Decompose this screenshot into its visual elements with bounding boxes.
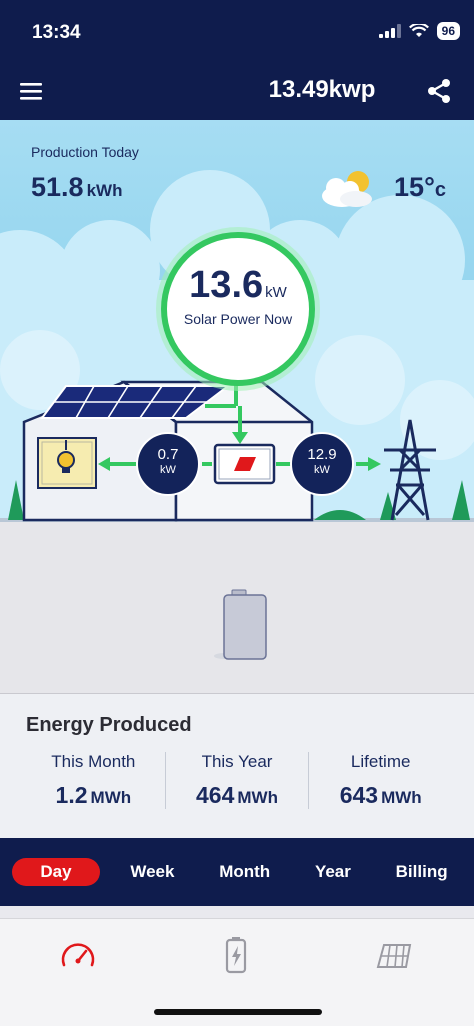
solar-power-unit: kW (265, 284, 287, 301)
stat-unit: MWh (90, 788, 132, 807)
grid-export-unit: kW (314, 464, 330, 476)
production-number: 51.8 (31, 172, 84, 202)
temperature-value: 15° (394, 172, 435, 202)
battery-area (0, 522, 474, 694)
stat-lifetime: Lifetime 643 MWh (308, 752, 452, 809)
partly-cloudy-icon (322, 171, 372, 207)
stat-label: Lifetime (350, 752, 411, 771)
gauge-icon[interactable] (58, 935, 98, 975)
home-indicator[interactable] (154, 1009, 322, 1015)
grid-export-bubble: 12.9 kW (290, 432, 354, 496)
stat-label: This Year (201, 752, 273, 771)
stat-number: 1.2 (55, 782, 88, 808)
tab-billing[interactable]: Billing (382, 858, 462, 886)
stat-number: 464 (196, 782, 235, 808)
energy-produced-stats: This Month 1.2 MWh This Year 464 MWh Lifet… (22, 752, 452, 809)
battery-storage-icon (214, 589, 267, 660)
page-title: 13.49kwp (268, 76, 376, 103)
tab-day[interactable]: Day (12, 858, 100, 886)
tab-month[interactable]: Month (205, 858, 284, 886)
temperature: 15°c (394, 172, 446, 203)
production-unit: kWh (86, 181, 123, 200)
stat-this-month: This Month 1.2 MWh (22, 752, 165, 809)
production-value: 51.8 kWh (31, 172, 122, 203)
solar-power-number: 13.6 (189, 264, 264, 306)
share-icon[interactable] (424, 76, 454, 106)
grid-export-value: 12.9 (307, 446, 337, 463)
battery-level: 96 (436, 22, 460, 40)
signal-icon (378, 24, 401, 38)
solar-panel-icon[interactable] (374, 935, 414, 975)
status-icons: 96 (378, 22, 460, 40)
solar-power-value: 13.6 kW (167, 264, 309, 307)
tab-year[interactable]: Year (301, 858, 365, 886)
home-consumption-unit: kW (160, 464, 176, 476)
temperature-unit: c (434, 179, 446, 201)
status-time: 13:34 (32, 22, 81, 43)
home-consumption-value: 0.7 (157, 446, 179, 463)
home-consumption-bubble: 0.7 kW (136, 432, 200, 496)
stat-label: This Month (51, 752, 136, 771)
stat-this-year: This Year 464 MWh (164, 752, 309, 809)
stat-value: 643 MWh (309, 782, 452, 809)
energy-produced-title: Energy Produced (26, 714, 192, 736)
stat-value: 1.2 MWh (22, 782, 165, 809)
solar-power-now: 13.6 kW Solar Power Now (161, 232, 315, 386)
wifi-icon (408, 24, 429, 37)
status-bar: 13:34 96 (0, 0, 474, 62)
energy-produced-panel: Energy Produced This Month 1.2 MWh This Y… (0, 694, 474, 838)
stat-unit: MWh (237, 788, 278, 807)
stat-number: 643 (339, 782, 379, 808)
app-header: 13.49kwp (0, 62, 474, 120)
bottom-nav (0, 918, 474, 1026)
stat-unit: MWh (381, 788, 422, 807)
solar-power-label: Solar Power Now (183, 311, 293, 327)
battery-icon[interactable] (216, 935, 256, 975)
production-label: Production Today (31, 144, 139, 160)
stat-value: 464 MWh (166, 782, 309, 809)
period-tabs: Day Week Month Year Billing (0, 838, 474, 906)
tab-week[interactable]: Week (116, 858, 188, 886)
energy-flow-panel: Production Today 51.8 kWh 15°c 13.6 kW Sol… (0, 120, 474, 522)
